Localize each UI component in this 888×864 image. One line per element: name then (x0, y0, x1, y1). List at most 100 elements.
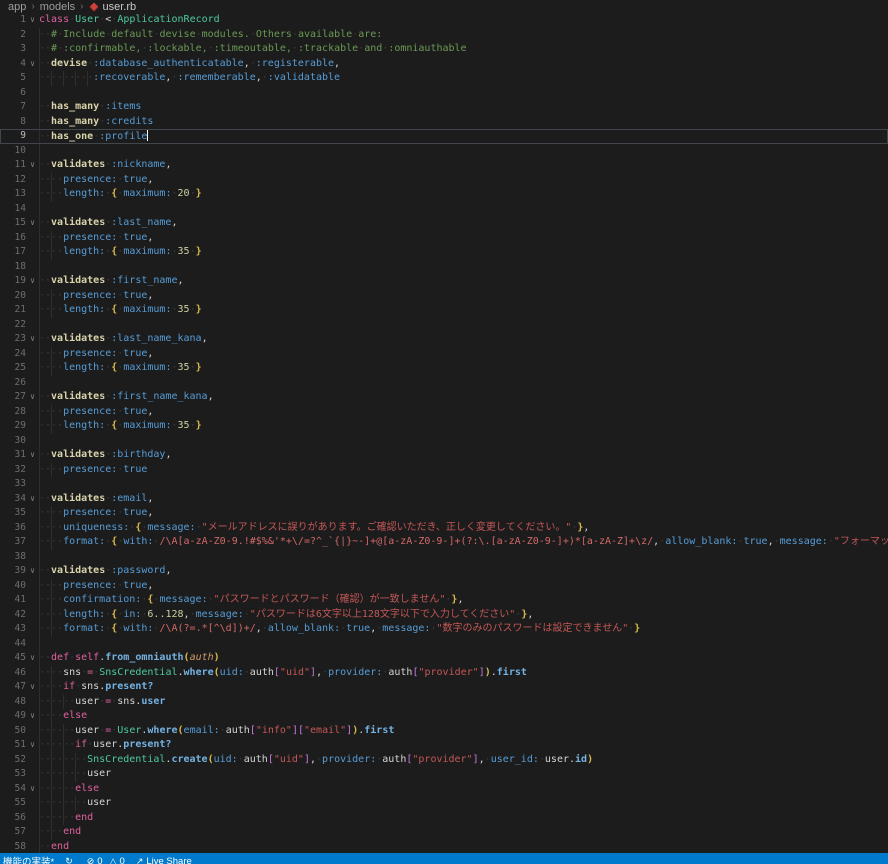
line-number[interactable]: 28 (0, 405, 26, 420)
breadcrumb-segment[interactable]: models (40, 1, 75, 13)
code-line[interactable]: 10 (0, 144, 888, 159)
code-line[interactable]: 50 ······user·=·User.where(email:·auth["i… (0, 724, 888, 739)
status-item-sync[interactable]: ↻ (65, 856, 76, 864)
code-line[interactable]: 30 (0, 434, 888, 449)
fold-chevron-icon[interactable]: ∨ (26, 680, 39, 695)
line-number[interactable]: 7 (0, 100, 26, 115)
code-line[interactable]: 9 ··has_one·:profile (0, 129, 888, 144)
code-line[interactable]: 12 ····presence:·true, (0, 173, 888, 188)
fold-chevron-icon[interactable]: ∨ (26, 564, 39, 579)
line-number[interactable]: 26 (0, 376, 26, 391)
code-line[interactable]: 46 ····sns·=·SnsCredential.where(uid:·aut… (0, 666, 888, 681)
code-line[interactable]: 2 ··#·Include·default·devise·modules.·Oth… (0, 28, 888, 43)
code-editor[interactable]: 1 ∨ class·User·<·ApplicationRecord 2 ··#·Inc… (0, 13, 888, 853)
line-number[interactable]: 25 (0, 361, 26, 376)
code-line[interactable]: 53 ········user (0, 767, 888, 782)
code-line[interactable]: 25 ····length:·{·maximum:·35·} (0, 361, 888, 376)
code-line[interactable]: 11 ∨ ··validates·:nickname, (0, 158, 888, 173)
line-number[interactable]: 21 (0, 303, 26, 318)
line-number[interactable]: 1 (0, 13, 26, 28)
line-number[interactable]: 10 (0, 144, 26, 159)
code-line[interactable]: 29 ····length:·{·maximum:·35·} (0, 419, 888, 434)
status-item-live-share[interactable]: ↗ Live Share (136, 856, 192, 864)
line-number[interactable]: 11 (0, 158, 26, 173)
code-line[interactable]: 3 ··#·:confirmable,·:lockable,·:timeoutab… (0, 42, 888, 57)
line-number[interactable]: 57 (0, 825, 26, 840)
code-line[interactable]: 39 ∨ ··validates·:password, (0, 564, 888, 579)
fold-chevron-icon[interactable]: ∨ (26, 13, 39, 28)
code-line[interactable]: 21 ····length:·{·maximum:·35·} (0, 303, 888, 318)
line-number[interactable]: 4 (0, 57, 26, 72)
line-number[interactable]: 54 (0, 782, 26, 797)
fold-chevron-icon[interactable]: ∨ (26, 709, 39, 724)
code-line[interactable]: 55 ········user (0, 796, 888, 811)
code-line[interactable]: 19 ∨ ··validates·:first_name, (0, 274, 888, 289)
line-number[interactable]: 18 (0, 260, 26, 275)
code-line[interactable]: 58 ··end (0, 840, 888, 854)
line-number[interactable]: 55 (0, 796, 26, 811)
code-line[interactable]: 18 (0, 260, 888, 275)
code-line[interactable]: 37 ····format:·{·with:·/\A[a-zA-Z0-9.!#$%… (0, 535, 888, 550)
code-line[interactable]: 7 ··has_many·:items (0, 100, 888, 115)
line-number[interactable]: 15 (0, 216, 26, 231)
line-number[interactable]: 39 (0, 564, 26, 579)
line-number[interactable]: 34 (0, 492, 26, 507)
code-line[interactable]: 23 ∨ ··validates·:last_name_kana, (0, 332, 888, 347)
code-line[interactable]: 15 ∨ ··validates·:last_name, (0, 216, 888, 231)
fold-chevron-icon[interactable]: ∨ (26, 216, 39, 231)
line-number[interactable]: 6 (0, 86, 26, 101)
line-number[interactable]: 5 (0, 71, 26, 86)
code-line[interactable]: 54 ∨ ······else (0, 782, 888, 797)
fold-chevron-icon[interactable]: ∨ (26, 738, 39, 753)
code-line[interactable]: 5 ·········:recoverable,·:rememberable,·:… (0, 71, 888, 86)
line-number[interactable]: 51 (0, 738, 26, 753)
line-number[interactable]: 53 (0, 767, 26, 782)
code-line[interactable]: 26 (0, 376, 888, 391)
code-line[interactable]: 16 ····presence:·true, (0, 231, 888, 246)
fold-chevron-icon[interactable]: ∨ (26, 390, 39, 405)
line-number[interactable]: 17 (0, 245, 26, 260)
line-number[interactable]: 36 (0, 521, 26, 536)
line-number[interactable]: 45 (0, 651, 26, 666)
line-number[interactable]: 38 (0, 550, 26, 565)
line-number[interactable]: 27 (0, 390, 26, 405)
code-line[interactable]: 6 (0, 86, 888, 101)
line-number[interactable]: 29 (0, 419, 26, 434)
line-number[interactable]: 32 (0, 463, 26, 478)
code-line[interactable]: 52 ········SnsCredential.create(uid:·auth… (0, 753, 888, 768)
line-number[interactable]: 2 (0, 28, 26, 43)
line-number[interactable]: 9 (0, 129, 26, 144)
code-line[interactable]: 24 ····presence:·true, (0, 347, 888, 362)
code-line[interactable]: 34 ∨ ··validates·:email, (0, 492, 888, 507)
code-line[interactable]: 42 ····length:·{·in:·6..128,·message:·"パス… (0, 608, 888, 623)
line-number[interactable]: 44 (0, 637, 26, 652)
line-number[interactable]: 23 (0, 332, 26, 347)
status-item-problems[interactable]: ⊘ 0 △ 0 (87, 856, 125, 864)
line-number[interactable]: 30 (0, 434, 26, 449)
line-number[interactable]: 24 (0, 347, 26, 362)
status-item-branch[interactable]: 機能の実装* (3, 854, 54, 864)
code-line[interactable]: 35 ····presence:·true, (0, 506, 888, 521)
code-line[interactable]: 43 ····format:·{·with:·/\A(?=.*[^\d])+/,·… (0, 622, 888, 637)
code-line[interactable]: 36 ····uniqueness:·{·message:·"メールアドレスに誤り… (0, 521, 888, 536)
line-number[interactable]: 43 (0, 622, 26, 637)
code-line[interactable]: 33 (0, 477, 888, 492)
line-number[interactable]: 52 (0, 753, 26, 768)
code-line[interactable]: 56 ······end (0, 811, 888, 826)
code-line[interactable]: 48 ······user·=·sns.user (0, 695, 888, 710)
line-number[interactable]: 12 (0, 173, 26, 188)
line-number[interactable]: 35 (0, 506, 26, 521)
line-number[interactable]: 48 (0, 695, 26, 710)
code-line[interactable]: 40 ····presence:·true, (0, 579, 888, 594)
code-line[interactable]: 27 ∨ ··validates·:first_name_kana, (0, 390, 888, 405)
line-number[interactable]: 42 (0, 608, 26, 623)
fold-chevron-icon[interactable]: ∨ (26, 651, 39, 666)
fold-chevron-icon[interactable]: ∨ (26, 782, 39, 797)
fold-chevron-icon[interactable]: ∨ (26, 57, 39, 72)
line-number[interactable]: 41 (0, 593, 26, 608)
code-line[interactable]: 22 (0, 318, 888, 333)
code-line[interactable]: 31 ∨ ··validates·:birthday, (0, 448, 888, 463)
code-line[interactable]: 51 ∨ ······if·user.present? (0, 738, 888, 753)
code-line[interactable]: 8 ··has_many·:credits (0, 115, 888, 130)
code-line[interactable]: 41 ····confirmation:·{·message:·"パスワードとパス… (0, 593, 888, 608)
